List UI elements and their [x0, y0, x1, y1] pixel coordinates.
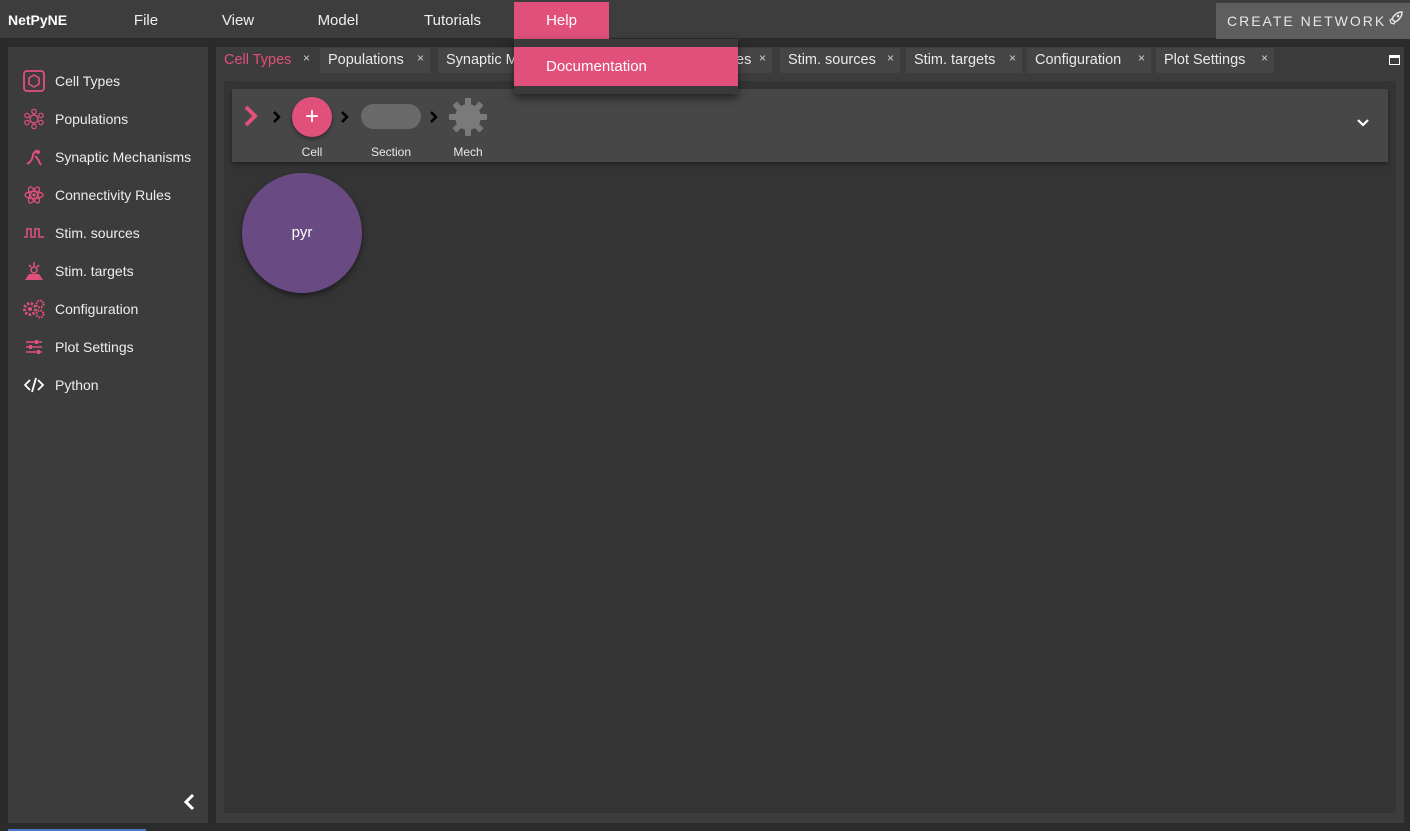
tab-label: Populations [328, 52, 404, 68]
tab-label: Synaptic M [446, 52, 518, 68]
sidebar-item-label: Plot Settings [55, 339, 134, 355]
pulse-icon [22, 221, 46, 245]
atom-icon [22, 183, 46, 207]
tab-configuration[interactable]: Configuration × [1027, 48, 1151, 73]
menu-file[interactable]: File [115, 2, 177, 39]
sliders-icon [22, 335, 46, 359]
sidebar-item-label: Cell Types [55, 73, 121, 89]
sidebar-item-label: Synaptic Mechanisms [55, 149, 192, 165]
app-title: NetPyNE [8, 12, 68, 28]
sidebar-item-plot-settings[interactable]: Plot Settings [22, 335, 134, 359]
tab-label: Stim. targets [914, 52, 996, 68]
sidebar-item-cell-types[interactable]: Cell Types [22, 69, 120, 93]
tab-label: Configuration [1035, 52, 1122, 68]
maximize-icon[interactable] [1389, 55, 1400, 65]
sidebar-item-label: Stim. targets [55, 263, 134, 279]
rocket-icon [1388, 3, 1404, 39]
menu-view[interactable]: View [207, 2, 269, 39]
sidebar-item-python[interactable]: Python [22, 373, 99, 397]
close-icon[interactable]: × [1009, 46, 1016, 71]
add-cell-button[interactable]: + [292, 97, 332, 137]
breadcrumb-toolbar: + Cell Section Mech [232, 89, 1388, 162]
sidebar-item-label: Connectivity Rules [55, 187, 171, 203]
tab-label: Plot Settings [1164, 52, 1246, 68]
cells-icon [22, 107, 46, 131]
chevron-right-icon [430, 111, 438, 123]
target-icon [22, 259, 46, 283]
close-icon[interactable]: × [759, 46, 766, 71]
close-icon[interactable]: × [887, 46, 894, 71]
top-menu-bar: NetPyNE File View Model Tutorials Help C… [0, 0, 1410, 40]
chevron-down-icon[interactable] [1356, 118, 1370, 128]
tab-label: es [736, 52, 752, 68]
close-icon[interactable]: × [417, 46, 424, 71]
gear-icon[interactable] [448, 97, 488, 137]
chevron-right-icon [244, 105, 258, 127]
mech-label: Mech [453, 145, 483, 159]
main-panel: Cell Types × Populations × Synaptic M es… [216, 47, 1404, 823]
sidebar-item-populations[interactable]: Populations [22, 107, 128, 131]
sidebar-item-synaptic-mechanisms[interactable]: Synaptic Mechanisms [22, 145, 191, 169]
cell-types-content: + Cell Section Mech pyr [224, 81, 1396, 813]
sidebar-item-stim-sources[interactable]: Stim. sources [22, 221, 140, 245]
tab-plot-settings[interactable]: Plot Settings × [1156, 48, 1274, 73]
tab-populations[interactable]: Populations × [320, 48, 430, 73]
gears-icon [22, 297, 46, 321]
menu-model[interactable]: Model [298, 2, 378, 39]
sidebar-item-label: Python [55, 377, 99, 393]
hexagon-icon [22, 69, 46, 93]
close-icon[interactable]: × [1138, 46, 1145, 71]
sidebar-item-label: Configuration [55, 301, 139, 317]
tab-bar: Cell Types × Populations × Synaptic M es… [216, 47, 1404, 73]
help-dropdown: Documentation [514, 39, 738, 94]
tab-cell-types[interactable]: Cell Types × [216, 48, 316, 73]
cell-type-pyr[interactable]: pyr [242, 173, 362, 293]
tab-stim-targets[interactable]: Stim. targets × [906, 48, 1022, 73]
menu-help[interactable]: Help [514, 2, 609, 39]
menu-item-documentation[interactable]: Documentation [514, 47, 738, 86]
create-network-button[interactable]: CREATE NETWORK [1216, 3, 1410, 39]
tab-label: Cell Types [224, 52, 292, 68]
tab-stim-sources[interactable]: Stim. sources × [780, 48, 900, 73]
create-network-label: CREATE NETWORK [1227, 13, 1387, 29]
sidebar: Cell Types Populations Synaptic Mechanis… [8, 47, 208, 823]
code-icon [22, 373, 46, 397]
sidebar-item-stim-targets[interactable]: Stim. targets [22, 259, 134, 283]
chevron-right-icon [273, 111, 281, 123]
tab-label: Stim. sources [788, 52, 876, 68]
sidebar-item-label: Stim. sources [55, 225, 140, 241]
section-button[interactable] [361, 104, 421, 129]
cell-label: Cell [301, 145, 323, 159]
menu-tutorials[interactable]: Tutorials [405, 2, 500, 39]
sidebar-item-configuration[interactable]: Configuration [22, 297, 138, 321]
sidebar-item-connectivity-rules[interactable]: Connectivity Rules [22, 183, 171, 207]
chevron-right-icon [341, 111, 349, 123]
sidebar-item-label: Populations [55, 111, 129, 127]
close-icon[interactable]: × [1261, 46, 1268, 71]
section-label: Section [370, 145, 412, 159]
close-icon[interactable]: × [303, 46, 310, 71]
synapse-icon [22, 145, 46, 169]
collapse-sidebar-icon[interactable] [180, 791, 198, 813]
